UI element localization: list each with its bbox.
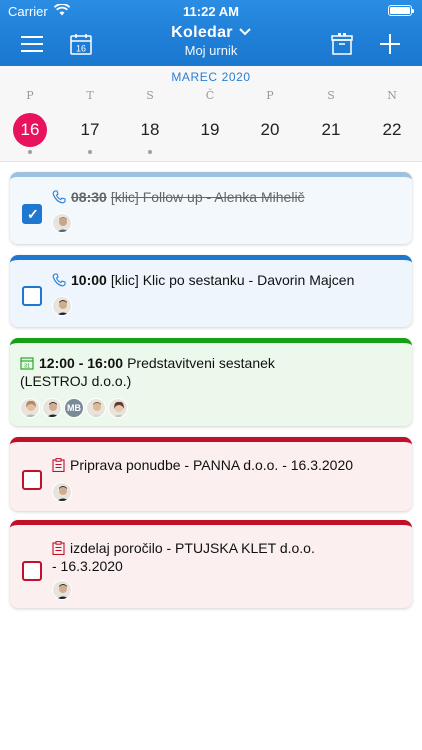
clipboard-icon — [52, 458, 65, 476]
phone-icon — [52, 190, 66, 208]
event-title: [klic] Klic po sestanku - Davorin Majcen — [110, 272, 355, 288]
event-title: Priprava ponudbe - PANNA d.o.o. - 16.3.2… — [70, 457, 354, 473]
event-indicator-dot — [88, 150, 92, 154]
event-title: Predstavitveni sestanek — [127, 355, 275, 371]
event-title-line: 10:00 [klic] Klic po sestanku - Davorin M… — [52, 271, 402, 291]
weekday-label: N — [387, 89, 397, 102]
weekday-label: S — [327, 89, 335, 102]
app-header: Carrier 11:22 AM 16 Koledar Moj urnik — [0, 0, 422, 66]
calendar-event-icon-day: 31 — [24, 364, 30, 370]
nav-subtitle: Moj urnik — [184, 43, 238, 58]
participant-avatar — [52, 482, 72, 502]
weekday-label: P — [26, 89, 34, 102]
calendar-today-button[interactable]: 16 — [65, 28, 97, 60]
archive-box-icon[interactable] — [326, 28, 358, 60]
plus-icon[interactable] — [374, 28, 406, 60]
participant-avatar — [52, 296, 72, 316]
participants — [52, 296, 72, 316]
event-title: izdelaj poročilo - PTUJSKA KLET d.o.o. — [70, 540, 315, 556]
participant-avatar — [20, 398, 40, 418]
participant-avatar — [108, 398, 128, 418]
status-bar: Carrier 11:22 AM — [0, 0, 422, 22]
day-22[interactable]: 22 — [372, 115, 412, 145]
battery-icon — [388, 5, 414, 16]
participants — [52, 213, 72, 233]
task-checkbox-checked[interactable]: ✓ — [22, 204, 42, 224]
hamburger-menu-icon[interactable] — [16, 28, 48, 60]
event-card[interactable]: Priprava ponudbe - PANNA d.o.o. - 16.3.2… — [10, 437, 412, 511]
participant-avatar — [52, 213, 72, 233]
event-title: [klic] Follow up - Alenka Mihelič — [110, 189, 305, 205]
event-title-continued: (LESTROJ d.o.o.) — [20, 373, 132, 389]
day-18[interactable]: 18 — [130, 115, 170, 145]
participant-avatar — [52, 580, 72, 600]
event-card[interactable]: izdelaj poročilo - PTUJSKA KLET d.o.o. -… — [10, 520, 412, 608]
event-card[interactable]: 31 12:00 - 16:00 Predstavitveni sestanek … — [10, 338, 412, 426]
nav-title: Koledar — [171, 24, 233, 41]
task-checkbox[interactable] — [22, 561, 42, 581]
day-16-selected[interactable]: 16 — [13, 113, 47, 147]
nav-title-dropdown[interactable]: Koledar Moj urnik — [130, 24, 292, 58]
participant-avatar-initials: MB — [64, 398, 84, 418]
day-17[interactable]: 17 — [70, 115, 110, 145]
event-time: 08:30 — [71, 189, 107, 205]
chevron-down-icon — [239, 25, 251, 39]
event-title-continued: - 16.3.2020 — [52, 558, 123, 574]
event-time: 10:00 — [71, 272, 107, 288]
weekday-label: Č — [205, 89, 215, 102]
day-20[interactable]: 20 — [250, 115, 290, 145]
month-label: MAREC 2020 — [171, 70, 251, 84]
event-title-line: izdelaj poročilo - PTUJSKA KLET d.o.o. — [52, 539, 402, 559]
event-indicator-dot — [28, 150, 32, 154]
weekday-label: S — [146, 89, 154, 102]
event-card[interactable]: 10:00 [klic] Klic po sestanku - Davorin M… — [10, 255, 412, 327]
participant-avatar — [42, 398, 62, 418]
participant-avatar — [86, 398, 106, 418]
phone-icon — [52, 273, 66, 291]
event-title-line: Priprava ponudbe - PANNA d.o.o. - 16.3.2… — [52, 456, 402, 476]
week-calendar-strip: MAREC 2020 P T S Č P S N 16 17 18 19 20 … — [0, 66, 422, 162]
calendar-icon-day: 16 — [76, 44, 86, 54]
checkmark-icon: ✓ — [27, 206, 39, 222]
event-title-line: 31 12:00 - 16:00 Predstavitveni sestanek — [20, 354, 402, 374]
calendar-icon: 16 — [70, 34, 92, 55]
task-checkbox[interactable] — [22, 286, 42, 306]
participants — [52, 580, 72, 600]
day-21[interactable]: 21 — [311, 115, 351, 145]
event-time: 12:00 - 16:00 — [39, 355, 124, 371]
task-checkbox[interactable] — [22, 470, 42, 490]
event-indicator-dot — [148, 150, 152, 154]
event-title-line: 08:30 [klic] Follow up - Alenka Mihelič — [52, 188, 402, 208]
weekday-label: T — [86, 89, 94, 102]
participants: MB — [20, 398, 128, 418]
day-19[interactable]: 19 — [190, 115, 230, 145]
participants — [52, 482, 72, 502]
event-card[interactable]: ✓ 08:30 [klic] Follow up - Alenka Mihelič — [10, 172, 412, 244]
weekday-label: P — [266, 89, 274, 102]
status-time: 11:22 AM — [183, 4, 239, 19]
